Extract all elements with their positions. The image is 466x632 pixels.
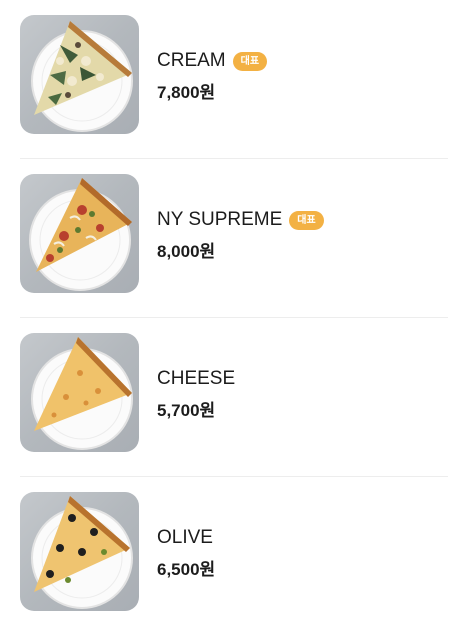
signature-badge: 대표 [232,51,268,71]
cheese-pizza-image[interactable] [20,333,139,452]
cream-pizza-icon [31,21,133,132]
menu-item-price: 5,700원 [157,401,216,420]
menu-item-ny-supreme[interactable]: NY SUPREME 대표 8,000원 [0,159,466,318]
menu-item-name: CREAM [157,50,226,71]
ny-supreme-pizza-image[interactable] [20,174,139,293]
menu-item-price: 7,800원 [157,83,216,102]
cream-pizza-image[interactable] [20,15,139,134]
menu-item-cheese[interactable]: CHEESE 5,700원 [0,318,466,477]
menu-item-cream[interactable]: CREAM 대표 7,800원 [0,0,466,159]
menu-item-name: NY SUPREME [157,209,283,230]
menu-item-price: 8,000원 [157,242,216,261]
supreme-pizza-icon [29,178,132,291]
menu-item-olive[interactable]: OLIVE 6,500원 [0,477,466,632]
olive-pizza-icon [31,496,133,609]
menu-item-name: OLIVE [157,527,213,548]
cheese-pizza-icon [31,337,133,450]
menu-list: CREAM 대표 7,800원 NY SUPREME 대표 8,000원 CHE… [0,0,466,632]
olive-pizza-image[interactable] [20,492,139,611]
signature-badge: 대표 [289,210,324,230]
menu-item-price: 6,500원 [157,560,216,579]
menu-item-name: CHEESE [157,368,236,389]
